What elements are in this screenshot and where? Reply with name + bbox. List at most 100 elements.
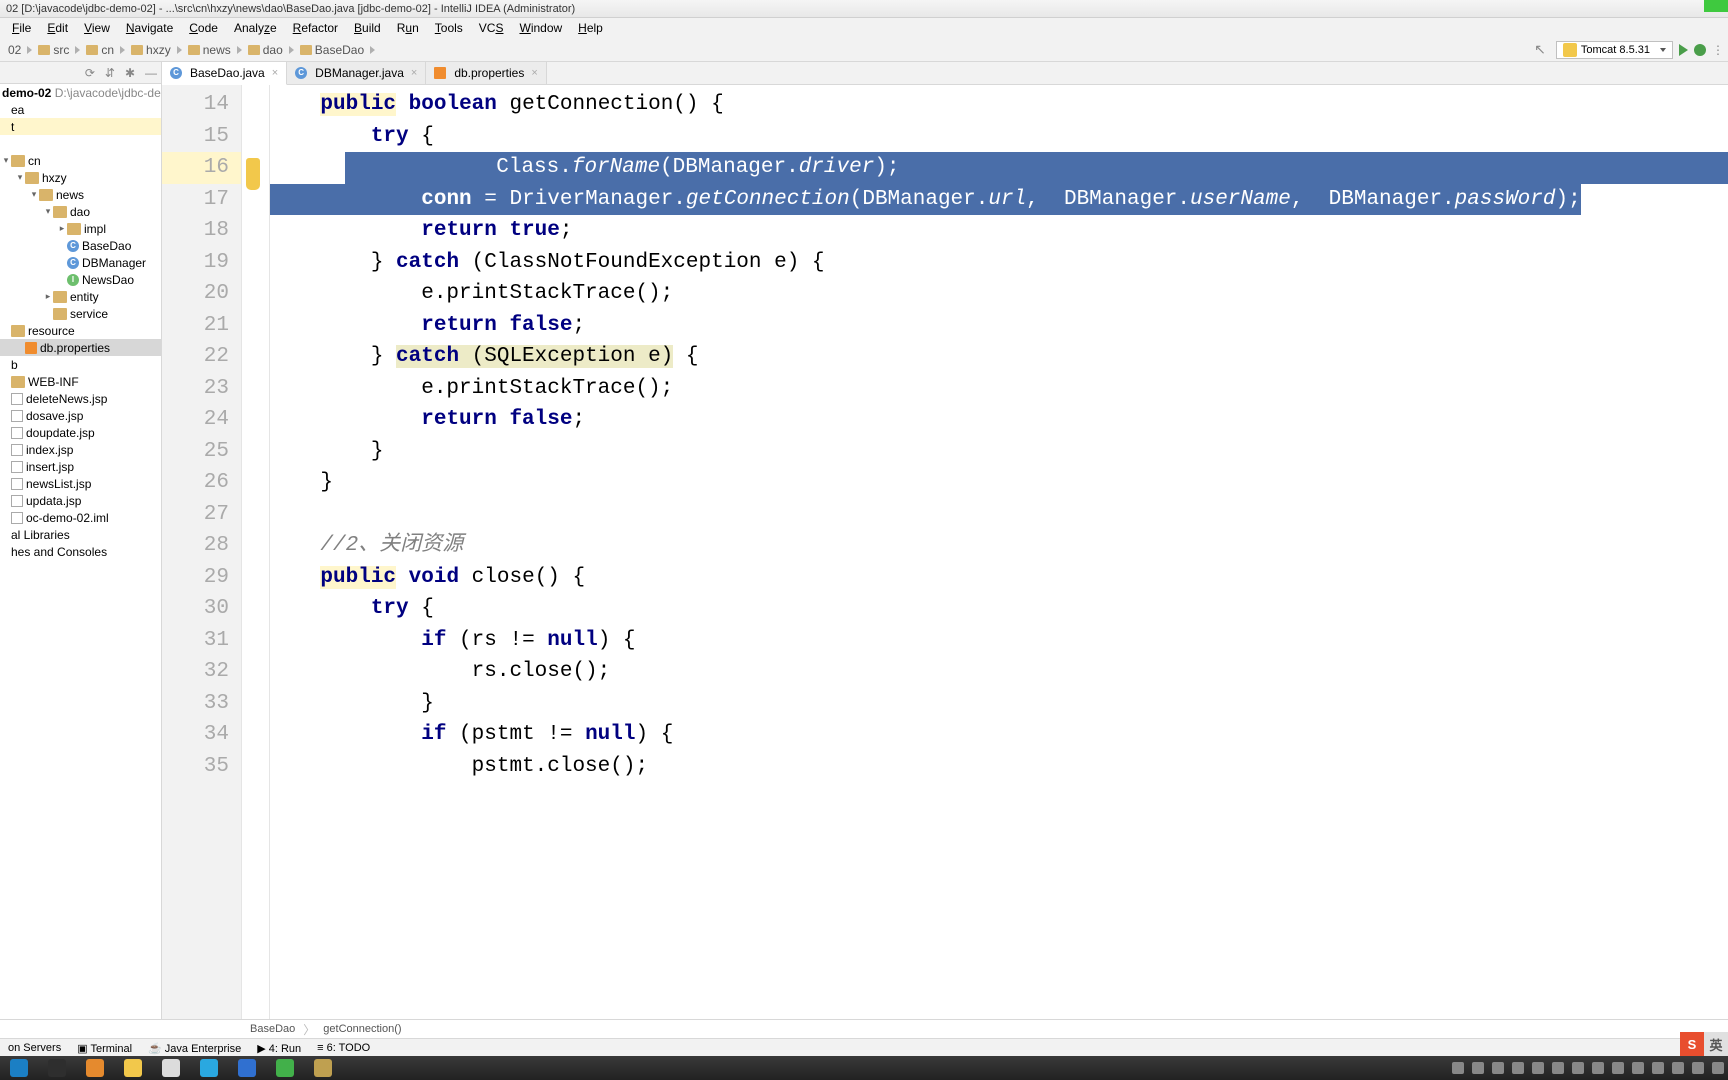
menu-refactor[interactable]: Refactor — [285, 19, 346, 37]
tree-item[interactable]: index.jsp — [0, 441, 161, 458]
tree-item[interactable]: db.properties — [0, 339, 161, 356]
tree-item[interactable]: oc-demo-02.iml — [0, 509, 161, 526]
tree-item[interactable]: newsList.jsp — [0, 475, 161, 492]
breadcrumb-item[interactable]: src — [34, 43, 73, 57]
close-icon[interactable]: × — [411, 67, 417, 79]
breadcrumb-item[interactable]: BaseDao — [296, 43, 368, 57]
tree-item[interactable] — [0, 135, 161, 152]
menu-edit[interactable]: Edit — [39, 19, 76, 37]
code-line[interactable]: rs.close(); — [270, 656, 1728, 688]
more-run-icon[interactable]: ⋮ — [1712, 43, 1724, 57]
tree-item[interactable]: ▾dao — [0, 203, 161, 220]
code-editor[interactable]: 1415161718192021222324252627282930313233… — [162, 85, 1728, 1019]
code-line[interactable]: //2、关闭资源 — [270, 530, 1728, 562]
project-tree[interactable]: ⟳ ⇵ ✱ — demo-02 D:\javacode\jdbc-demo-ea… — [0, 62, 162, 1019]
code-content[interactable]: public boolean getConnection() { try { C… — [270, 85, 1728, 1019]
tray-icon[interactable] — [1632, 1062, 1644, 1074]
menu-tools[interactable]: Tools — [427, 19, 471, 37]
tree-item[interactable]: service — [0, 305, 161, 322]
code-line[interactable]: } — [270, 467, 1728, 499]
crumb-method[interactable]: getConnection() — [323, 1023, 401, 1035]
taskbar-app[interactable] — [152, 1056, 190, 1080]
code-line[interactable] — [270, 499, 1728, 531]
tool-window-tab[interactable]: ☕ Java Enterprise — [140, 1042, 249, 1055]
ime-indicator[interactable]: S 英 — [1680, 1032, 1728, 1056]
menu-help[interactable]: Help — [570, 19, 611, 37]
tray-icon[interactable] — [1652, 1062, 1664, 1074]
tray-icon[interactable] — [1692, 1062, 1704, 1074]
tool-window-tab[interactable]: on Servers — [0, 1042, 69, 1054]
code-line[interactable]: return false; — [270, 404, 1728, 436]
tree-item[interactable]: WEB-INF — [0, 373, 161, 390]
tree-scroll-icon[interactable]: ⟳ — [85, 66, 95, 80]
tree-item[interactable]: INewsDao — [0, 271, 161, 288]
code-line[interactable]: try { — [270, 121, 1728, 153]
taskbar-app[interactable] — [114, 1056, 152, 1080]
menu-run[interactable]: Run — [389, 19, 427, 37]
breadcrumb-item[interactable]: 02 — [4, 43, 25, 57]
code-line[interactable]: public void close() { — [270, 562, 1728, 594]
tree-item[interactable]: doupdate.jsp — [0, 424, 161, 441]
code-line[interactable]: conn = DriverManager.getConnection(DBMan… — [270, 184, 1728, 216]
taskbar-app[interactable] — [190, 1056, 228, 1080]
breadcrumb-item[interactable]: news — [184, 43, 235, 57]
tree-item[interactable]: CDBManager — [0, 254, 161, 271]
tree-collapse-icon[interactable]: ⇵ — [105, 66, 115, 80]
code-line[interactable]: return true; — [270, 215, 1728, 247]
tree-item[interactable]: ▾news — [0, 186, 161, 203]
taskbar-app[interactable] — [228, 1056, 266, 1080]
tree-root[interactable]: demo-02 D:\javacode\jdbc-demo- — [0, 84, 161, 101]
menu-analyze[interactable]: Analyze — [226, 19, 285, 37]
tool-window-tab[interactable]: ▣ Terminal — [69, 1042, 140, 1055]
system-tray[interactable] — [1452, 1056, 1724, 1080]
tree-hide-icon[interactable]: — — [145, 66, 157, 80]
editor-tab[interactable]: CBaseDao.java× — [162, 62, 287, 85]
code-line[interactable]: e.printStackTrace(); — [270, 278, 1728, 310]
tray-icon[interactable] — [1452, 1062, 1464, 1074]
run-config-selector[interactable]: Tomcat 8.5.31 — [1556, 41, 1673, 59]
code-line[interactable]: public boolean getConnection() { — [270, 89, 1728, 121]
taskbar-app[interactable] — [304, 1056, 342, 1080]
debug-button[interactable] — [1694, 44, 1706, 56]
menu-vcs[interactable]: VCS — [471, 19, 512, 37]
tree-item[interactable]: al Libraries — [0, 526, 161, 543]
code-line[interactable]: } catch (SQLException e) { — [270, 341, 1728, 373]
tree-item[interactable]: b — [0, 356, 161, 373]
tree-item[interactable]: ▸entity — [0, 288, 161, 305]
menu-code[interactable]: Code — [181, 19, 226, 37]
editor-tab[interactable]: db.properties× — [426, 62, 546, 84]
tree-item[interactable]: CBaseDao — [0, 237, 161, 254]
taskbar-app[interactable] — [38, 1056, 76, 1080]
tree-item[interactable]: resource — [0, 322, 161, 339]
menu-view[interactable]: View — [76, 19, 118, 37]
code-line[interactable]: Class.forName(DBManager.driver); — [270, 152, 1728, 184]
tray-icon[interactable] — [1672, 1062, 1684, 1074]
code-line[interactable]: if (rs != null) { — [270, 625, 1728, 657]
crumb-class[interactable]: BaseDao — [250, 1023, 295, 1035]
close-icon[interactable]: × — [531, 67, 537, 79]
breadcrumb[interactable]: 02 srccnhxzy newsdao BaseDao — [4, 43, 1530, 57]
editor-tab[interactable]: CDBManager.java× — [287, 62, 426, 84]
menu-window[interactable]: Window — [511, 19, 570, 37]
tree-item[interactable]: ▾cn — [0, 152, 161, 169]
close-icon[interactable]: × — [272, 67, 278, 79]
tool-window-tabs[interactable]: on Servers▣ Terminal☕ Java Enterprise▶ 4… — [0, 1038, 1728, 1057]
tree-item[interactable]: ea — [0, 101, 161, 118]
code-line[interactable]: return false; — [270, 310, 1728, 342]
taskbar-app[interactable] — [76, 1056, 114, 1080]
breadcrumb-item[interactable]: cn — [82, 43, 118, 57]
code-line[interactable]: pstmt.close(); — [270, 751, 1728, 783]
tray-icon[interactable] — [1572, 1062, 1584, 1074]
tray-icon[interactable] — [1712, 1062, 1724, 1074]
taskbar-app[interactable] — [266, 1056, 304, 1080]
run-button[interactable] — [1679, 44, 1688, 56]
ime-sogou-icon[interactable]: S — [1680, 1032, 1704, 1056]
breadcrumb-item[interactable]: dao — [244, 43, 287, 57]
tree-item[interactable]: t — [0, 118, 161, 135]
tool-window-tab[interactable]: ▶ 4: Run — [249, 1042, 309, 1055]
code-line[interactable]: } — [270, 436, 1728, 468]
tray-icon[interactable] — [1612, 1062, 1624, 1074]
tray-icon[interactable] — [1472, 1062, 1484, 1074]
taskbar-app[interactable] — [0, 1056, 38, 1080]
breadcrumb-item[interactable]: hxzy — [127, 43, 175, 57]
